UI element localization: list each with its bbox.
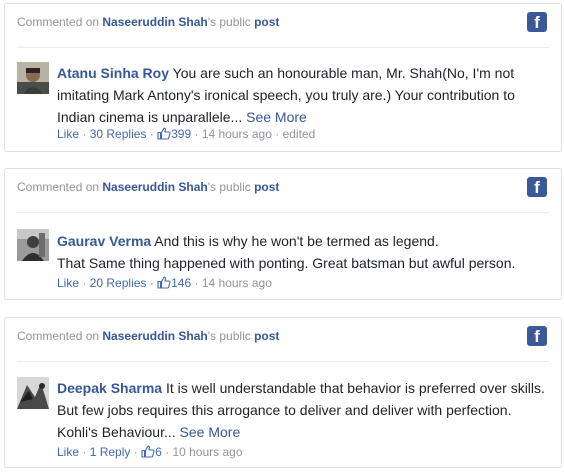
replies-link[interactable]: 30 Replies: [90, 127, 147, 141]
reactions-count[interactable]: 399: [171, 127, 191, 141]
timestamp[interactable]: 14 hours ago: [202, 276, 272, 290]
divider: [17, 212, 549, 213]
divider: [17, 47, 549, 48]
comment-text: But few jobs requires this arrogance to …: [57, 402, 512, 418]
see-more-link[interactable]: See More: [180, 424, 241, 440]
separator: ·: [194, 127, 199, 141]
header-text: Commented on Naseeruddin Shah's public p…: [17, 329, 279, 343]
divider: [17, 361, 549, 362]
comment-text: And this is why he won't be termed as le…: [154, 233, 439, 249]
comment-text: You are such an honourable man, Mr. Shah…: [172, 65, 515, 81]
comment-body: Gaurav Verma And this is why he won't be…: [57, 230, 547, 274]
replies-link[interactable]: 20 Replies: [90, 276, 147, 290]
like-link[interactable]: Like: [57, 127, 79, 141]
comment-text: Indian cinema is unparallele...: [57, 109, 243, 125]
post-link[interactable]: post: [254, 180, 279, 194]
replies-link[interactable]: 1 Reply: [90, 445, 131, 459]
header-suffix: 's public: [207, 329, 251, 343]
like-link[interactable]: Like: [57, 445, 79, 459]
comment-line: Kohli's Behaviour... See More: [57, 421, 547, 443]
comment-card: Commented on Naseeruddin Shah's public p…: [4, 317, 562, 468]
header-prefix: Commented on: [17, 15, 100, 29]
facebook-icon[interactable]: f: [527, 326, 547, 346]
header-text: Commented on Naseeruddin Shah's public p…: [17, 15, 279, 29]
separator: ·: [133, 445, 138, 459]
separator: ·: [82, 127, 87, 141]
author-link[interactable]: Gaurav Verma: [57, 233, 151, 249]
like-link[interactable]: Like: [57, 276, 79, 290]
timestamp[interactable]: 10 hours ago: [172, 445, 242, 459]
separator: ·: [275, 127, 280, 141]
comment-line: Deepak Sharma It is well understandable …: [57, 377, 547, 399]
avatar[interactable]: [17, 377, 49, 409]
separator: ·: [149, 127, 154, 141]
see-more-link[interactable]: See More: [246, 109, 307, 125]
reactions-count[interactable]: 146: [171, 276, 191, 290]
facebook-icon[interactable]: f: [527, 12, 547, 32]
header-prefix: Commented on: [17, 329, 100, 343]
author-link[interactable]: Deepak Sharma: [57, 380, 162, 396]
comment-body: Deepak Sharma It is well understandable …: [57, 377, 547, 443]
comment-actions: Like · 30 Replies · 399 · 14 hours ago ·…: [57, 127, 315, 143]
separator: ·: [194, 276, 199, 290]
header-prefix: Commented on: [17, 180, 100, 194]
header-suffix: 's public: [207, 15, 251, 29]
card-header: Commented on Naseeruddin Shah's public p…: [5, 318, 561, 362]
thumbs-up-icon[interactable]: [157, 276, 171, 292]
comment-line: Indian cinema is unparallele... See More: [57, 106, 547, 128]
comment-body: Atanu Sinha Roy You are such an honourab…: [57, 62, 547, 128]
comment-text: imitating Mark Antony's ironical speech,…: [57, 87, 515, 103]
separator: ·: [149, 276, 154, 290]
author-link[interactable]: Atanu Sinha Roy: [57, 65, 169, 81]
comment-line: Atanu Sinha Roy You are such an honourab…: [57, 62, 547, 84]
header-suffix: 's public: [207, 180, 251, 194]
post-link[interactable]: post: [254, 15, 279, 29]
thumbs-up-icon[interactable]: [141, 445, 155, 461]
comment-actions: Like · 1 Reply · 6 · 10 hours ago: [57, 445, 243, 461]
timestamp[interactable]: 14 hours ago: [202, 127, 272, 141]
header-text: Commented on Naseeruddin Shah's public p…: [17, 180, 279, 194]
card-header: Commented on Naseeruddin Shah's public p…: [5, 169, 561, 213]
comment-text: Kohli's Behaviour...: [57, 424, 176, 440]
card-header: Commented on Naseeruddin Shah's public p…: [5, 4, 561, 48]
page-name-link[interactable]: Naseeruddin Shah: [102, 15, 207, 29]
comment-text: It is well understandable that behavior …: [165, 380, 545, 396]
separator: ·: [165, 445, 170, 459]
comment-text: That Same thing happened with ponting. G…: [57, 255, 516, 271]
reactions-count[interactable]: 6: [155, 445, 162, 459]
avatar[interactable]: [17, 62, 49, 94]
facebook-icon[interactable]: f: [527, 177, 547, 197]
thumbs-up-icon[interactable]: [157, 127, 171, 143]
page-name-link[interactable]: Naseeruddin Shah: [102, 329, 207, 343]
avatar[interactable]: [17, 229, 49, 261]
page-name-link[interactable]: Naseeruddin Shah: [102, 180, 207, 194]
comment-line: Gaurav Verma And this is why he won't be…: [57, 230, 547, 252]
post-link[interactable]: post: [254, 329, 279, 343]
separator: ·: [82, 445, 87, 459]
comment-card: Commented on Naseeruddin Shah's public p…: [4, 3, 562, 152]
edited-label: edited: [282, 127, 316, 141]
comment-actions: Like · 20 Replies · 146 · 14 hours ago: [57, 276, 272, 292]
separator: ·: [82, 276, 87, 290]
comment-card: Commented on Naseeruddin Shah's public p…: [4, 168, 562, 300]
